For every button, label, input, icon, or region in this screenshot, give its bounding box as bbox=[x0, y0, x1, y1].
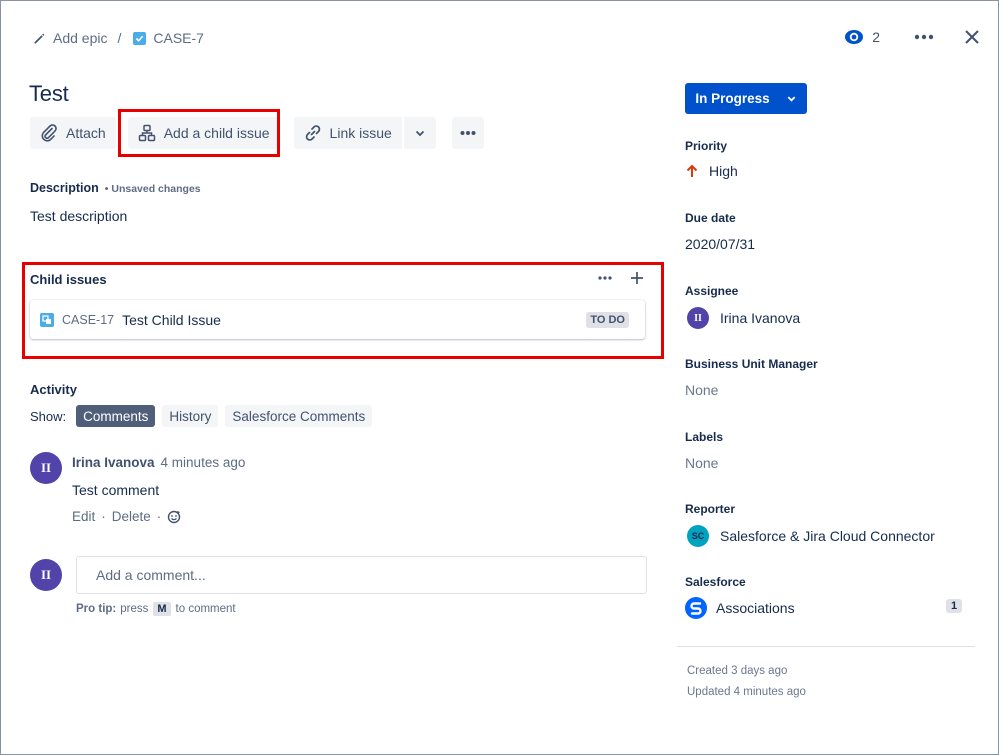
pro-tip-key: M bbox=[153, 602, 171, 616]
associations-count-badge: 1 bbox=[946, 599, 963, 613]
highlight-add-child-box bbox=[118, 109, 280, 157]
header-actions: 2 bbox=[844, 25, 980, 49]
issue-key-link[interactable]: CASE-7 bbox=[153, 30, 204, 46]
paperclip-icon bbox=[41, 124, 57, 142]
comment-time: 4 minutes ago bbox=[160, 455, 246, 470]
filter-comments[interactable]: Comments bbox=[76, 405, 156, 427]
activity-filter: Show: Comments History Salesforce Commen… bbox=[30, 405, 379, 427]
labels-label: Labels bbox=[685, 430, 724, 444]
comment-delete-link[interactable]: Delete bbox=[112, 509, 151, 524]
sidebar-divider bbox=[677, 646, 975, 647]
assignee-field[interactable]: II Irina Ivanova bbox=[687, 307, 800, 329]
close-icon[interactable] bbox=[964, 29, 980, 45]
issue-modal: Add epic / CASE-7 2 Test Attach Add a ch… bbox=[0, 0, 999, 755]
show-label: Show: bbox=[30, 408, 67, 424]
assignee-label: Assignee bbox=[685, 284, 739, 298]
watch-button[interactable]: 2 bbox=[844, 29, 880, 45]
eye-icon bbox=[845, 30, 864, 44]
attach-button[interactable]: Attach bbox=[30, 117, 116, 149]
priority-label: Priority bbox=[685, 139, 728, 153]
salesforce-label: Salesforce bbox=[685, 575, 746, 589]
status-dropdown[interactable]: In Progress bbox=[685, 83, 807, 114]
pencil-icon bbox=[31, 30, 47, 46]
link-icon bbox=[305, 125, 320, 141]
add-comment-input[interactable]: Add a comment... bbox=[76, 556, 647, 594]
associations-field[interactable]: Associations bbox=[685, 597, 795, 619]
link-issue-label: Link issue bbox=[329, 125, 392, 141]
business-unit-manager-label: Business Unit Manager bbox=[685, 357, 818, 371]
chevron-down-icon bbox=[415, 130, 424, 137]
child-more-icon[interactable] bbox=[598, 276, 612, 280]
unsaved-changes-note: • Unsaved changes bbox=[104, 183, 201, 195]
breadcrumb: Add epic / CASE-7 bbox=[31, 27, 204, 49]
due-date-value[interactable]: 2020/07/31 bbox=[685, 236, 755, 252]
child-issue-key[interactable]: CASE-17 bbox=[62, 313, 114, 327]
current-user-avatar: II bbox=[30, 559, 62, 591]
salesforce-connector-icon bbox=[685, 597, 707, 619]
pro-tip: Pro tip: press M to comment bbox=[76, 602, 236, 616]
pro-tip-post: to comment bbox=[175, 603, 236, 615]
watchers-count: 2 bbox=[872, 29, 880, 45]
priority-value: High bbox=[709, 163, 738, 179]
more-icon bbox=[460, 131, 476, 135]
priority-field[interactable]: High bbox=[685, 163, 738, 179]
description-text[interactable]: Test description bbox=[30, 208, 127, 224]
child-issue-row[interactable]: CASE-17 Test Child Issue TO DO bbox=[30, 300, 645, 339]
comment-author[interactable]: Irina Ivanova bbox=[72, 455, 155, 470]
add-child-plus-icon[interactable] bbox=[630, 271, 644, 285]
link-issue-dropdown[interactable] bbox=[403, 117, 436, 149]
subtask-icon bbox=[40, 312, 54, 327]
pro-tip-pre: press bbox=[120, 603, 149, 615]
child-issue-status[interactable]: TO DO bbox=[586, 311, 629, 328]
toolbar-more-button[interactable] bbox=[451, 117, 484, 149]
due-date-label: Due date bbox=[685, 211, 736, 225]
more-actions-icon[interactable] bbox=[914, 34, 934, 40]
breadcrumb-separator: / bbox=[117, 30, 122, 46]
reporter-avatar: SC bbox=[687, 525, 709, 547]
reporter-label: Reporter bbox=[685, 502, 736, 516]
comment-edit-link[interactable]: Edit bbox=[72, 509, 95, 524]
assignee-avatar: II bbox=[687, 307, 709, 329]
description-heading: Description • Unsaved changes bbox=[30, 181, 201, 195]
status-label: In Progress bbox=[695, 91, 770, 106]
description-label: Description bbox=[30, 181, 99, 195]
created-date: Created 3 days ago bbox=[687, 665, 788, 677]
updated-date: Updated 4 minutes ago bbox=[687, 686, 806, 698]
labels-value[interactable]: None bbox=[685, 455, 718, 471]
comment-header: Irina Ivanova 4 minutes ago bbox=[72, 455, 245, 470]
activity-heading: Activity bbox=[30, 382, 77, 397]
child-issues-actions bbox=[598, 271, 644, 285]
dot-separator: · bbox=[101, 509, 106, 524]
issue-title[interactable]: Test bbox=[29, 81, 69, 107]
assignee-value: Irina Ivanova bbox=[720, 310, 801, 326]
reporter-field[interactable]: SC Salesforce & Jira Cloud Connector bbox=[687, 525, 935, 547]
filter-salesforce-comments[interactable]: Salesforce Comments bbox=[225, 405, 373, 427]
emoji-reaction-icon[interactable] bbox=[167, 510, 181, 524]
filter-history[interactable]: History bbox=[162, 405, 219, 427]
child-issue-summary[interactable]: Test Child Issue bbox=[122, 312, 586, 328]
reporter-value: Salesforce & Jira Cloud Connector bbox=[720, 528, 935, 544]
comment-actions: Edit · Delete · bbox=[72, 509, 181, 524]
attach-label: Attach bbox=[66, 125, 106, 141]
comment-author-avatar[interactable]: II bbox=[30, 452, 62, 484]
business-unit-manager-value[interactable]: None bbox=[685, 382, 718, 398]
link-issue-button[interactable]: Link issue bbox=[293, 117, 402, 149]
associations-label: Associations bbox=[716, 600, 795, 616]
child-issues-heading: Child issues bbox=[30, 272, 107, 287]
chevron-down-icon bbox=[787, 96, 795, 102]
add-epic-link[interactable]: Add epic bbox=[53, 30, 107, 46]
comment-text: Test comment bbox=[72, 482, 160, 498]
pro-tip-label: Pro tip: bbox=[76, 603, 117, 615]
dot-separator: · bbox=[156, 509, 162, 524]
task-icon bbox=[131, 30, 147, 46]
arrow-up-icon bbox=[686, 164, 698, 177]
